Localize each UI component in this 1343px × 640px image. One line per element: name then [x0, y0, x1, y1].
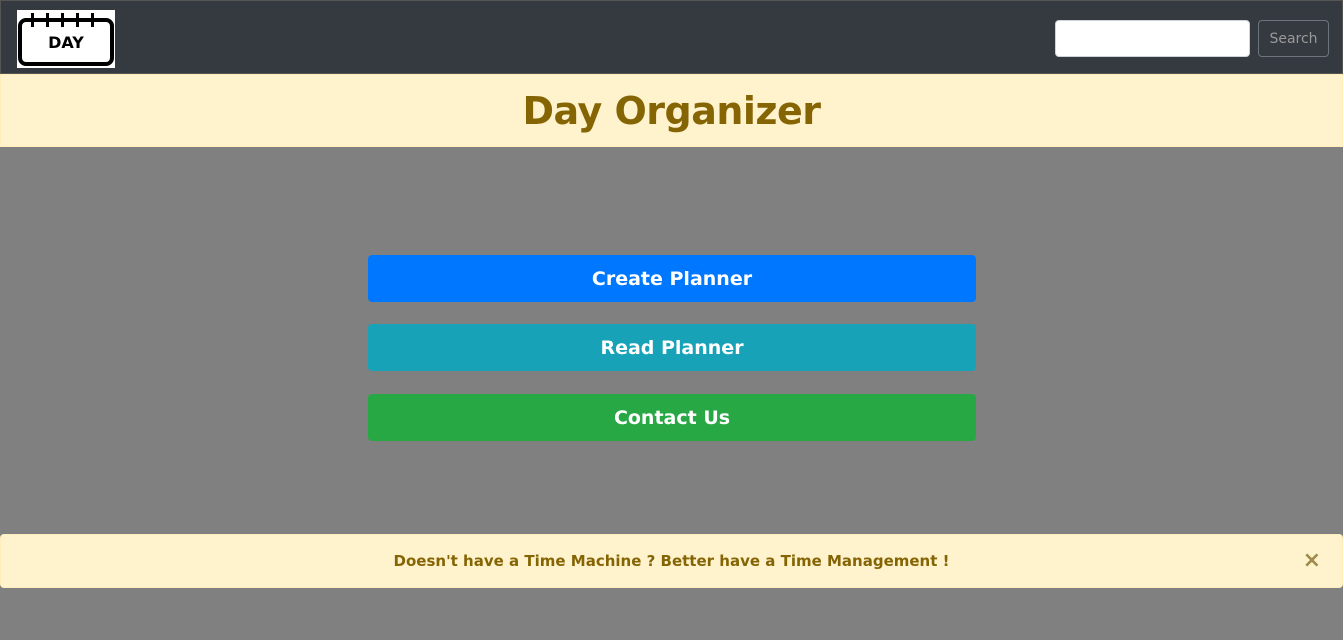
top-navbar: DAY Search [0, 0, 1343, 74]
close-icon[interactable]: × [1303, 549, 1321, 573]
alert-message: Doesn't have a Time Machine ? Better hav… [393, 552, 950, 570]
create-planner-button[interactable]: Create Planner [368, 255, 976, 302]
title-banner: Day Organizer [0, 74, 1343, 147]
read-planner-button[interactable]: Read Planner [368, 324, 976, 371]
logo-text: DAY [48, 33, 84, 52]
contact-us-button[interactable]: Contact Us [368, 394, 976, 441]
tagline-alert: Doesn't have a Time Machine ? Better hav… [0, 534, 1343, 588]
calendar-logo-icon[interactable]: DAY [17, 10, 115, 68]
page-title: Day Organizer [522, 88, 821, 133]
search-input[interactable] [1055, 20, 1250, 57]
search-button[interactable]: Search [1258, 20, 1329, 57]
